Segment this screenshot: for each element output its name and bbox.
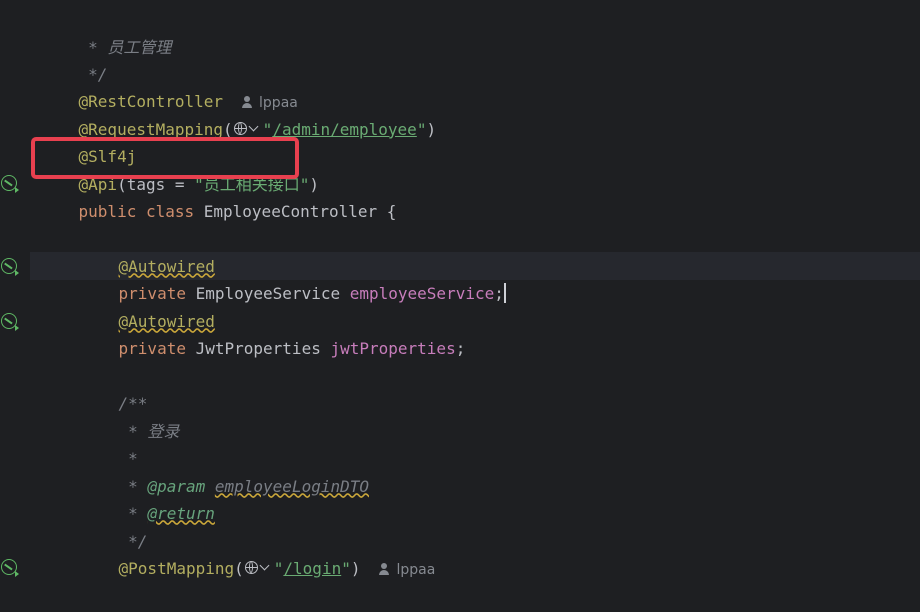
code-line: @Autowired <box>80 225 215 276</box>
author-name: lppaa <box>396 561 436 578</box>
paren: ( <box>223 119 233 139</box>
code-line: /** <box>80 362 148 413</box>
keyword: public class <box>78 201 195 221</box>
paren: ) <box>350 558 361 578</box>
quote: " <box>273 558 284 578</box>
quote: " <box>262 119 273 139</box>
semicolon: ; <box>455 338 466 358</box>
code-line: * <box>80 417 138 468</box>
spring-bean-icon[interactable] <box>1 559 19 577</box>
editor-gutter <box>0 0 30 562</box>
spring-bean-icon[interactable] <box>1 313 19 331</box>
code-line: * 登录 <box>80 390 179 441</box>
spring-bean-icon[interactable] <box>1 175 19 193</box>
code-line: private JwtProperties jwtProperties; <box>80 307 466 358</box>
code-editor[interactable]: * 员工管理 */ @RestController lppaa @RequestM… <box>40 0 920 578</box>
url-endpoints-chip[interactable] <box>244 559 274 577</box>
paren: ( <box>234 558 244 578</box>
code-line: * @return <box>80 472 215 523</box>
field-name: employeeService <box>349 283 495 303</box>
code-line: @Autowired <box>80 280 215 331</box>
class-name: EmployeeController { <box>194 201 397 221</box>
paren: ) <box>426 119 437 139</box>
globe-icon <box>233 121 247 135</box>
person-icon <box>378 562 390 575</box>
text-cursor <box>503 282 506 303</box>
quote: " <box>416 119 427 139</box>
doc-param-ref[interactable]: employeeLoginDTO <box>215 477 369 496</box>
author-hint[interactable]: lppaa <box>378 562 435 578</box>
annotation: @PostMapping <box>118 558 235 578</box>
code-line: * 员工管理 <box>40 6 171 57</box>
url-endpoints-chip[interactable] <box>233 120 263 138</box>
code-line: @RequestMapping("/admin/employee") <box>40 88 437 139</box>
code-line: private EmployeeService employeeService; <box>80 252 506 303</box>
doc-tag: @return <box>147 503 215 523</box>
semicolon: ; <box>494 283 504 303</box>
highlight-box <box>31 137 299 179</box>
code-line: @RestController lppaa <box>40 60 298 111</box>
type-name: JwtProperties <box>185 338 331 358</box>
code-line: */ <box>40 33 107 84</box>
spring-bean-icon[interactable] <box>1 258 19 276</box>
url-link[interactable]: /admin/employee <box>272 120 417 139</box>
chevron-down-icon <box>248 121 259 131</box>
quote: " <box>341 558 351 578</box>
code-line: * @param employeeLoginDTO <box>80 445 369 496</box>
code-line: */ <box>80 500 147 551</box>
field-name: jwtProperties <box>330 338 456 358</box>
keyword: private <box>118 338 186 358</box>
url-link[interactable]: /login <box>283 559 341 578</box>
code-line: @PostMapping( "/login") lppaa <box>80 527 436 578</box>
globe-icon <box>244 560 258 574</box>
